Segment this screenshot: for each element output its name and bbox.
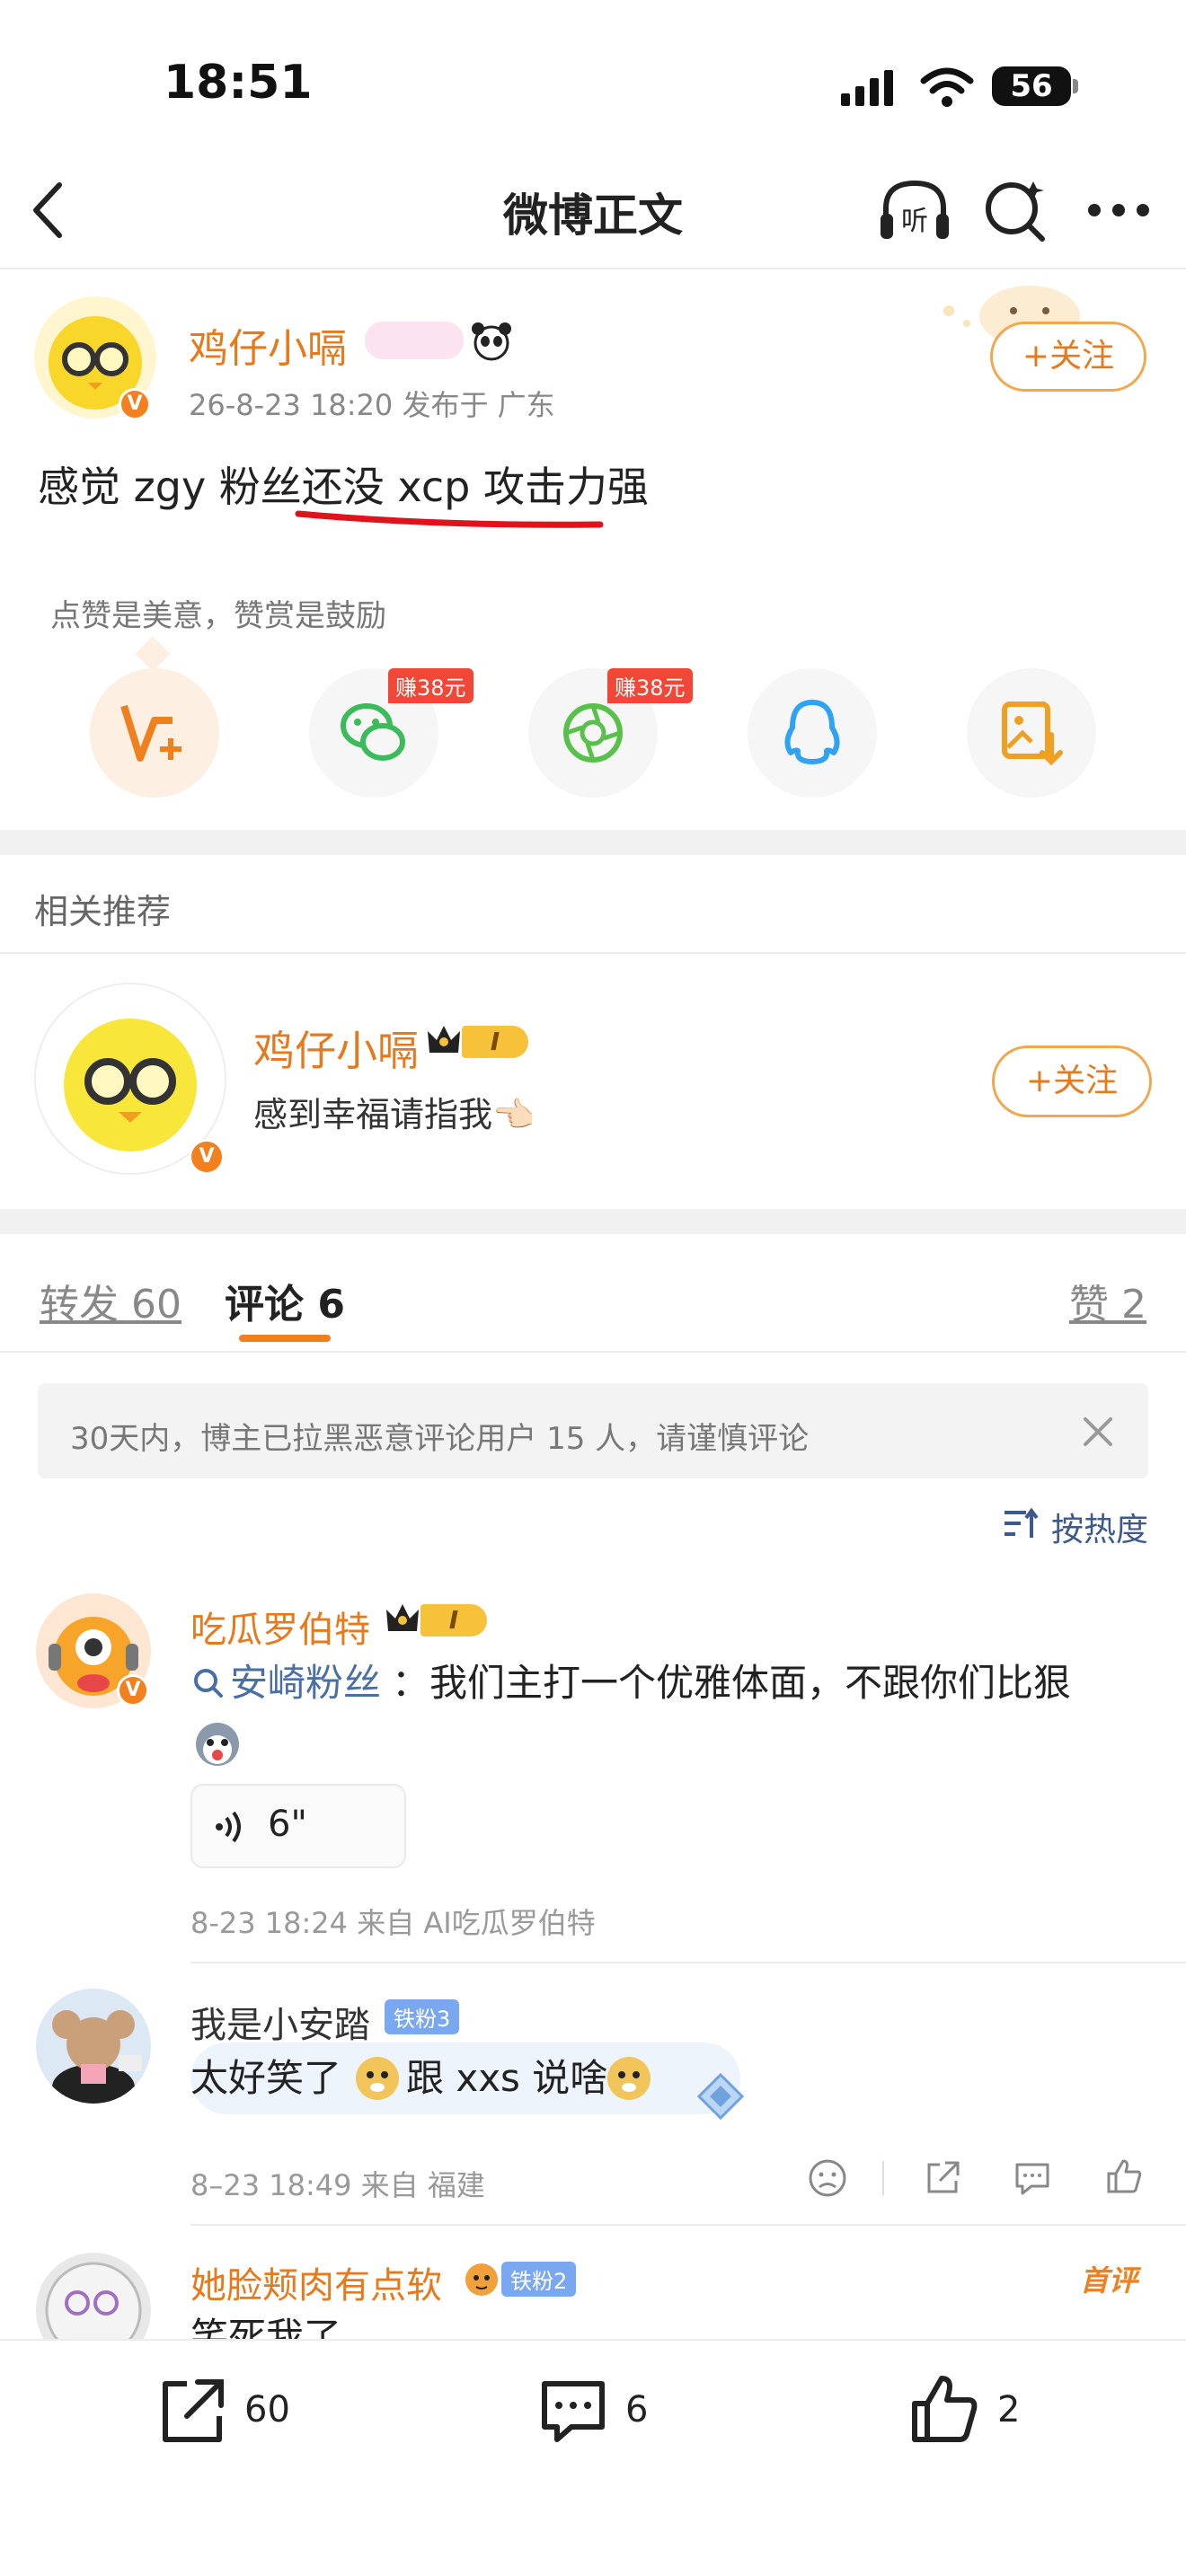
comment-text: 太好笑了 bbox=[190, 2056, 342, 2100]
sort-label[interactable]: 按热度 bbox=[1051, 1504, 1148, 1550]
reward-tag: 赚38元 bbox=[607, 668, 693, 703]
related-name[interactable]: 鸡仔小嗝 bbox=[253, 1019, 419, 1078]
repost-count[interactable]: 60 bbox=[244, 2389, 290, 2430]
comment-avatar[interactable] bbox=[36, 1989, 151, 2104]
crown-icon bbox=[385, 1601, 420, 1642]
comment-meta: 8–23 18:49 来自 福建 bbox=[190, 2168, 485, 2202]
status-time: 18:51 bbox=[164, 56, 313, 110]
listen-icon[interactable]: 听 bbox=[877, 176, 952, 248]
related-heading: 相关推荐 bbox=[34, 892, 172, 931]
repost-icon[interactable] bbox=[156, 2375, 228, 2450]
follow-button[interactable]: +关注 bbox=[990, 322, 1146, 392]
verified-badge: V bbox=[119, 388, 151, 420]
comment-count[interactable]: 6 bbox=[625, 2389, 648, 2430]
post-meta: 26-8-23 18:20 发布于 广东 bbox=[189, 388, 555, 422]
like-count[interactable]: 2 bbox=[997, 2389, 1020, 2430]
svg-text:听: 听 bbox=[901, 206, 928, 237]
topic-link[interactable]: 安崎粉丝 bbox=[230, 1654, 381, 1712]
related-follow-button[interactable]: +关注 bbox=[992, 1045, 1152, 1117]
voice-icon bbox=[212, 1809, 248, 1848]
tab-like[interactable]: 赞 2 bbox=[1069, 1272, 1146, 1329]
comment-author-name[interactable]: 吃瓜罗伯特 bbox=[190, 1601, 370, 1653]
verified-badge: V bbox=[117, 1674, 149, 1707]
signal-icon bbox=[841, 70, 898, 110]
comment-author-name[interactable]: 她脸颊肉有点软 bbox=[190, 2256, 442, 2308]
tab-comment[interactable]: 评论 6 bbox=[225, 1272, 345, 1329]
qq-share-button[interactable] bbox=[748, 668, 877, 798]
husky-emoji-icon bbox=[190, 1716, 244, 1773]
comment-divider bbox=[190, 2224, 1186, 2226]
first-comment-tag: 首评 bbox=[1080, 2263, 1138, 2298]
tiger-badge-icon bbox=[460, 2258, 503, 2301]
sort-icon[interactable] bbox=[1003, 1507, 1039, 1543]
tab-active-indicator bbox=[239, 1335, 331, 1342]
panda-icon bbox=[469, 318, 514, 366]
voice-duration: 6" bbox=[268, 1804, 307, 1845]
underline-annotation bbox=[293, 499, 607, 539]
related-bio: 感到幸福请指我👈🏻 bbox=[253, 1095, 535, 1134]
author-medal-icon bbox=[365, 322, 464, 359]
fan-badge: 铁粉3 bbox=[385, 1999, 460, 2034]
tab-repost[interactable]: 转发 60 bbox=[40, 1272, 181, 1329]
level-badge: I bbox=[420, 1604, 487, 1636]
comment-text: ：我们主打一个优雅体面，不跟你们比狠 bbox=[392, 1661, 1072, 1705]
related-divider bbox=[0, 952, 1186, 954]
close-icon[interactable] bbox=[1082, 1416, 1114, 1451]
comment-icon[interactable] bbox=[537, 2375, 609, 2450]
battery-indicator: 56 bbox=[992, 66, 1071, 106]
search-icon[interactable] bbox=[983, 176, 1049, 248]
doge-emoji-icon bbox=[604, 2051, 654, 2105]
comment-meta: 8-23 18:24 来自 AI吃瓜罗伯特 bbox=[190, 1906, 596, 1940]
comment-like-icon[interactable] bbox=[1103, 2156, 1145, 2201]
reward-tag: 赚38元 bbox=[388, 668, 474, 703]
notice-text: 30天内，博主已拉黑恶意评论用户 15 人，请谨慎评论 bbox=[70, 1421, 810, 1457]
action-separator bbox=[882, 2161, 884, 2195]
comment-text: 跟 xxs 说啥 bbox=[406, 2056, 608, 2100]
section-gap bbox=[0, 830, 1186, 855]
save-image-button[interactable] bbox=[967, 668, 1096, 798]
verified-badge: V bbox=[189, 1139, 225, 1175]
post-author-name[interactable]: 鸡仔小嗝 bbox=[189, 316, 347, 374]
diamond-icon bbox=[692, 2071, 749, 2125]
level-badge: I bbox=[462, 1026, 528, 1058]
comment-author-name[interactable]: 我是小安踏 bbox=[190, 1996, 370, 2048]
tabs-divider bbox=[0, 1351, 1186, 1353]
comment-share-icon[interactable] bbox=[922, 2157, 963, 2202]
more-icon[interactable] bbox=[1087, 203, 1150, 221]
section-gap bbox=[0, 1209, 1186, 1234]
like-hint-pointer bbox=[135, 636, 171, 672]
nav-divider bbox=[0, 268, 1186, 269]
doge-emoji-icon bbox=[352, 2051, 403, 2105]
fan-badge: 铁粉2 bbox=[501, 2262, 577, 2297]
dislike-icon[interactable] bbox=[807, 2157, 848, 2202]
like-icon[interactable] bbox=[909, 2371, 981, 2450]
topic-search-icon bbox=[192, 1667, 225, 1703]
crown-icon bbox=[426, 1022, 462, 1063]
battery-tip bbox=[1073, 79, 1078, 93]
like-hint: 点赞是美意，赞赏是鼓励 bbox=[50, 598, 386, 634]
comment-reply-icon[interactable] bbox=[1012, 2157, 1053, 2202]
wifi-icon bbox=[920, 66, 974, 111]
vplus-share-button[interactable] bbox=[90, 668, 219, 798]
comment-divider bbox=[190, 1962, 1186, 1963]
